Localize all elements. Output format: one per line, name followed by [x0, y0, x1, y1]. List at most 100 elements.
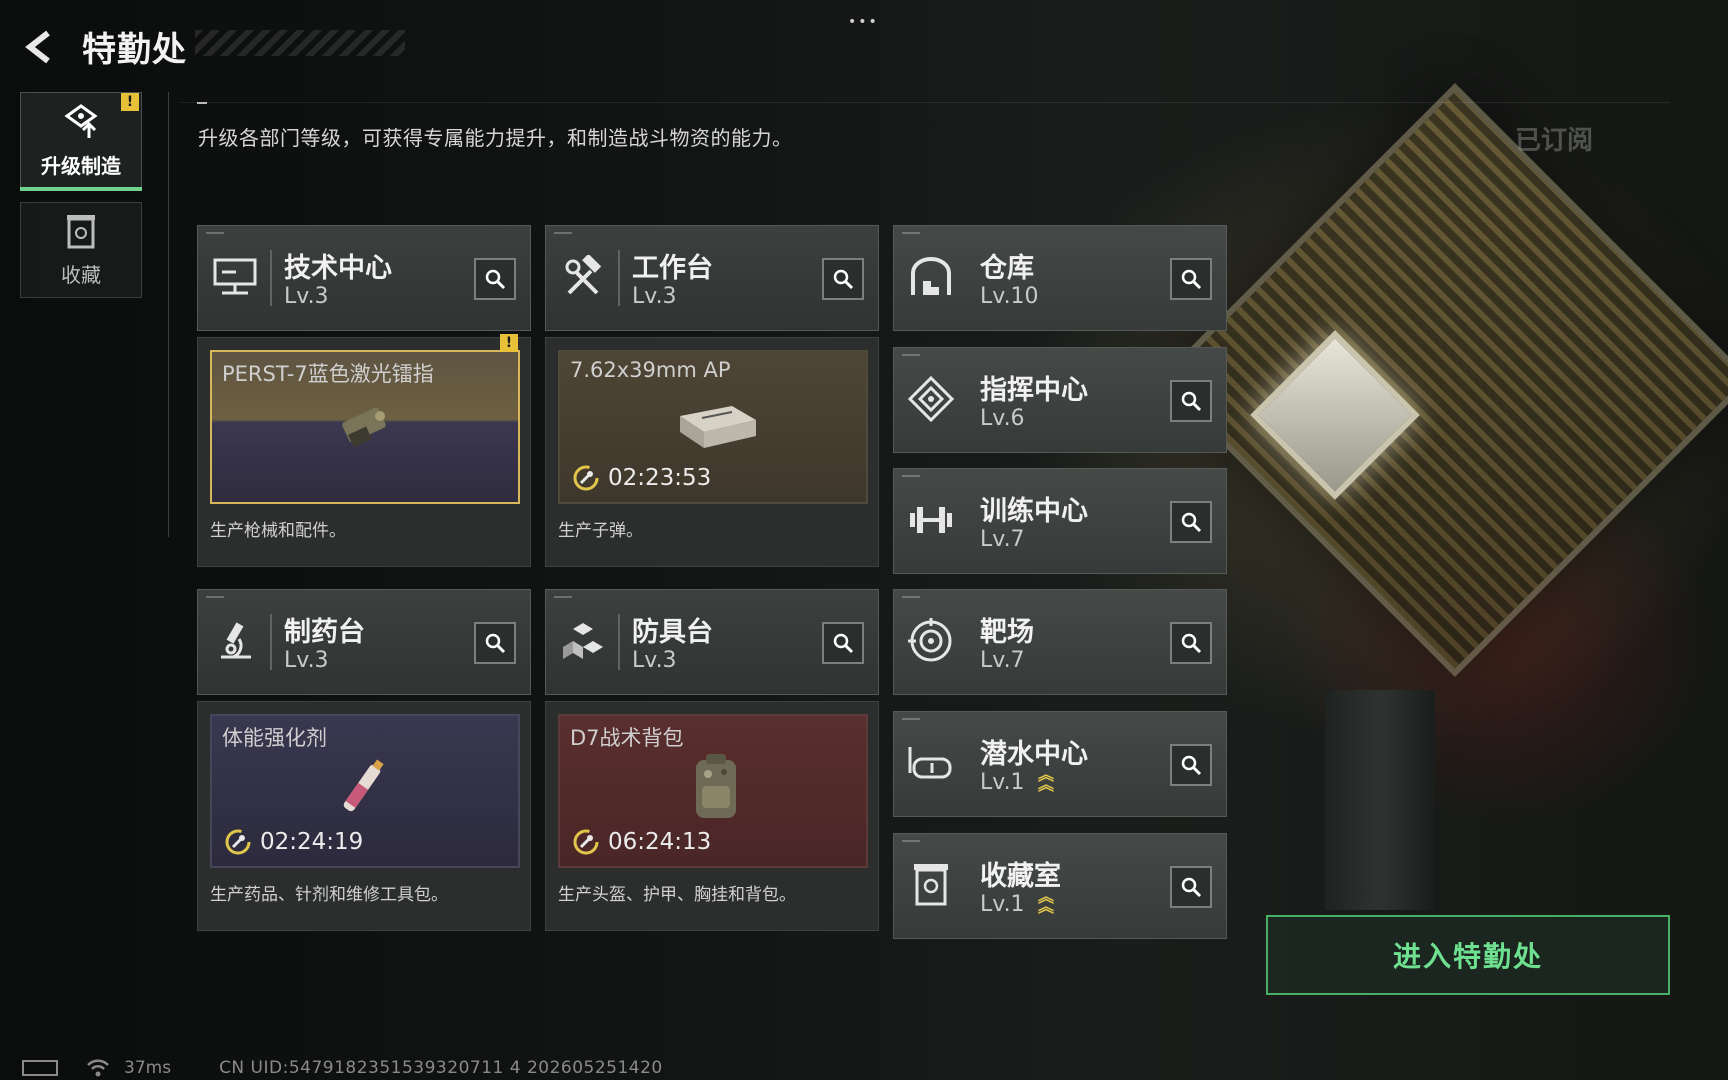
search-button[interactable] — [1170, 501, 1212, 543]
uid-text: CN UID:5479182351539320711 4 20260525142… — [219, 1058, 663, 1078]
alert-badge: ! — [121, 93, 139, 111]
warehouse-icon — [906, 252, 956, 302]
corner-decoration — [554, 596, 572, 598]
title-stripe-decoration — [195, 30, 405, 56]
back-arrow-icon — [25, 30, 50, 63]
search-icon — [833, 633, 854, 654]
facility-name: 技术中心 — [284, 253, 392, 284]
facility-name: 潜水中心 — [980, 739, 1088, 770]
enter-button-label: 进入特勤处 — [1392, 940, 1543, 973]
collection-box-icon — [67, 214, 95, 248]
search-button[interactable] — [822, 622, 864, 664]
search-icon — [833, 269, 854, 290]
upgrade-craft-icon — [64, 103, 98, 138]
production-description: 生产头盔、护甲、胸挂和背包。 — [558, 885, 796, 905]
ammo-box-icon — [680, 406, 756, 448]
nav-label: 升级制造 — [41, 153, 121, 178]
search-button[interactable] — [1170, 380, 1212, 422]
facility-card-collection-room[interactable]: 收藏室 Lv.1 ︽ ︽ — [893, 833, 1227, 939]
corner-decoration — [902, 718, 920, 720]
production-slot[interactable]: PERST-7蓝色激光镭指 — [210, 350, 520, 504]
production-slot[interactable]: 体能强化剂 02:24:19 — [210, 714, 520, 868]
production-slot[interactable]: 7.62x39mm AP 02:23:53 — [558, 350, 868, 504]
corner-decoration — [902, 840, 920, 842]
facility-name: 防具台 — [632, 617, 713, 648]
production-timer: 02:23:53 — [572, 464, 711, 492]
facility-name: 指挥中心 — [980, 375, 1088, 406]
search-icon — [1181, 512, 1202, 533]
alert-badge: ! — [500, 334, 518, 352]
page-header: 特勤处 — [20, 22, 187, 71]
ping-text: 37ms — [124, 1058, 172, 1078]
microscope-icon — [210, 616, 260, 666]
more-options-dots[interactable]: ••• — [848, 14, 879, 30]
production-panel-pharmacy: 体能强化剂 02:24:19 生产药品、针剂和维修工具包。 — [197, 701, 531, 931]
facility-level: Lv.1 — [980, 770, 1025, 795]
facility-level: Lv.3 — [284, 648, 329, 673]
search-button[interactable] — [1170, 258, 1212, 300]
wrench-timer-icon — [573, 465, 599, 491]
search-button[interactable] — [1170, 866, 1212, 908]
armor-blocks-icon — [558, 616, 608, 666]
production-description: 生产枪械和配件。 — [210, 521, 346, 541]
facility-name: 靶场 — [980, 617, 1034, 648]
production-panel-workbench: 7.62x39mm AP 02:23:53 生产子弹。 — [545, 337, 879, 567]
status-footer: 37ms CN UID:5479182351539320711 4 202605… — [22, 1058, 663, 1078]
timer-text: 02:23:53 — [608, 465, 712, 491]
page-description: 升级各部门等级，可获得专属能力提升，和制造战斗物资的能力。 — [198, 126, 793, 150]
nav-upgrade-craft[interactable]: 升级制造 ! — [20, 92, 142, 191]
backpack-icon — [696, 754, 736, 818]
search-icon — [485, 269, 506, 290]
facility-name: 仓库 — [980, 253, 1034, 284]
facility-card-training-center[interactable]: 训练中心 Lv.7 — [893, 468, 1227, 574]
facility-card-pharmacy[interactable]: 制药台 Lv.3 — [197, 589, 531, 695]
search-icon — [1181, 269, 1202, 290]
item-name: PERST-7蓝色激光镭指 — [222, 362, 434, 386]
timer-text: 02:24:19 — [260, 829, 364, 855]
search-icon — [1181, 877, 1202, 898]
facility-card-warehouse[interactable]: 仓库 Lv.10 — [893, 225, 1227, 331]
facility-card-armor-bench[interactable]: 防具台 Lv.3 — [545, 589, 879, 695]
facility-name: 工作台 — [632, 253, 713, 284]
corner-decoration — [902, 232, 920, 234]
facility-card-diving-center[interactable]: 潜水中心 Lv.1 ︽ ︽ — [893, 711, 1227, 817]
search-button[interactable] — [1170, 744, 1212, 786]
wrench-timer-icon — [225, 829, 251, 855]
search-button[interactable] — [822, 258, 864, 300]
back-button[interactable] — [20, 27, 60, 67]
facility-card-command-center[interactable]: 指挥中心 Lv.6 — [893, 347, 1227, 453]
production-timer: 06:24:13 — [572, 828, 711, 856]
facility-level: Lv.1 — [980, 892, 1025, 917]
enter-special-ops-button[interactable]: 进入特勤处 — [1266, 915, 1670, 995]
target-icon — [906, 616, 956, 666]
production-description: 生产子弹。 — [558, 521, 643, 541]
injector-icon — [343, 759, 384, 812]
production-description: 生产药品、针剂和维修工具包。 — [210, 885, 448, 905]
timer-text: 06:24:13 — [608, 829, 712, 855]
diving-mask-icon — [906, 738, 956, 788]
search-icon — [1181, 633, 1202, 654]
search-button[interactable] — [474, 622, 516, 664]
command-icon — [906, 374, 956, 424]
upgrade-available-icon: ︽ ︽ — [1038, 887, 1055, 916]
corner-decoration — [902, 596, 920, 598]
item-name: 7.62x39mm AP — [570, 358, 731, 382]
collection-icon — [906, 860, 956, 910]
divider-line — [180, 102, 1670, 103]
page-title: 特勤处 — [82, 30, 187, 70]
search-button[interactable] — [474, 258, 516, 300]
separator — [618, 614, 620, 670]
separator — [618, 250, 620, 306]
nav-collection[interactable]: 收藏 — [20, 202, 142, 298]
facility-card-workbench[interactable]: 工作台 Lv.3 — [545, 225, 879, 331]
production-timer: 02:24:19 — [224, 828, 363, 856]
production-panel-tech-center: PERST-7蓝色激光镭指 ! 生产枪械和配件。 — [197, 334, 531, 567]
search-button[interactable] — [1170, 622, 1212, 664]
divider-line — [168, 92, 169, 537]
facility-card-shooting-range[interactable]: 靶场 Lv.7 — [893, 589, 1227, 695]
facility-name: 训练中心 — [980, 496, 1088, 527]
hammer-wrench-icon — [558, 252, 608, 302]
facility-card-tech-center[interactable]: 技术中心 Lv.3 — [197, 225, 531, 331]
corner-decoration — [902, 475, 920, 477]
production-slot[interactable]: D7战术背包 06:24:13 — [558, 714, 868, 868]
